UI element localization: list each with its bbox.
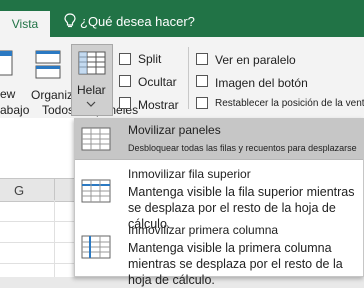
reset-position-icon	[196, 97, 208, 109]
tab-vista[interactable]: Vista	[0, 11, 50, 37]
organize-icon[interactable]	[35, 50, 61, 80]
grid-line	[0, 242, 74, 243]
lightbulb-icon	[64, 13, 76, 28]
tell-me-box[interactable]: ¿Qué desea hacer?	[64, 11, 195, 31]
menu-item-description: Desbloquear todas las filas y recuentos …	[128, 143, 357, 153]
tab-vista-label: Vista	[11, 17, 39, 31]
freeze-top-row-icon	[81, 179, 111, 203]
view-icon[interactable]	[0, 50, 14, 76]
split-label[interactable]: Split	[138, 52, 161, 66]
chevron-down-icon	[86, 101, 96, 107]
freeze-panes-menu: Movilizar paneles Desbloquear todas las …	[74, 118, 364, 287]
freeze-panes-icon	[78, 51, 106, 75]
menu-item-title: Movilizar paneles	[128, 123, 221, 137]
grid-line	[0, 221, 74, 222]
menu-item-freeze-top-row[interactable]: Inmovilizar fila superior Mantenga visib…	[75, 167, 363, 231]
hide-icon	[119, 75, 131, 87]
ribbon-tab-bar: Vista ¿Qué desea hacer?	[0, 0, 364, 37]
menu-item-title: Inmovilizar primera columna	[128, 223, 279, 237]
column-header-row: G	[0, 178, 74, 202]
menu-item-description: Mantenga visible la primera columna mien…	[128, 241, 343, 287]
show-icon	[119, 97, 131, 109]
column-divider	[54, 179, 55, 201]
sync-scroll-icon	[196, 75, 208, 87]
show-label[interactable]: Mostrar	[138, 98, 179, 112]
menu-item-title: Inmovilizar fila superior	[128, 167, 251, 181]
side-by-side-icon	[196, 53, 208, 65]
grid-line	[54, 200, 55, 277]
hide-label[interactable]: Ocultar	[138, 75, 177, 89]
ribbon-body: ew abajo Organizar Todos los paneles Spl…	[0, 37, 364, 119]
side-by-side-label[interactable]: Ver en paralelo	[215, 53, 296, 67]
unfreeze-panes-icon	[81, 127, 111, 151]
grid-line	[0, 263, 74, 264]
sync-scroll-label[interactable]: Imagen del botón	[215, 76, 308, 90]
view-partial-label: ew	[0, 87, 16, 101]
ribbon-separator	[188, 47, 189, 109]
layout-partial-label: abajo	[0, 103, 30, 117]
menu-divider	[75, 159, 363, 160]
freeze-first-column-icon	[81, 235, 111, 259]
split-icon	[119, 53, 131, 65]
column-header-g[interactable]: G	[14, 183, 24, 198]
menu-item-unfreeze-panes[interactable]: Movilizar paneles Desbloquear todas las …	[75, 119, 363, 159]
tell-me-label: ¿Qué desea hacer?	[80, 13, 195, 29]
freeze-label: Helar	[77, 83, 106, 97]
reset-position-label[interactable]: Restablecer la posición de la ventana	[215, 98, 364, 109]
menu-item-freeze-first-column[interactable]: Inmovilizar primera columna Mantenga vis…	[75, 223, 363, 287]
freeze-panes-button[interactable]: Helar	[71, 44, 113, 116]
